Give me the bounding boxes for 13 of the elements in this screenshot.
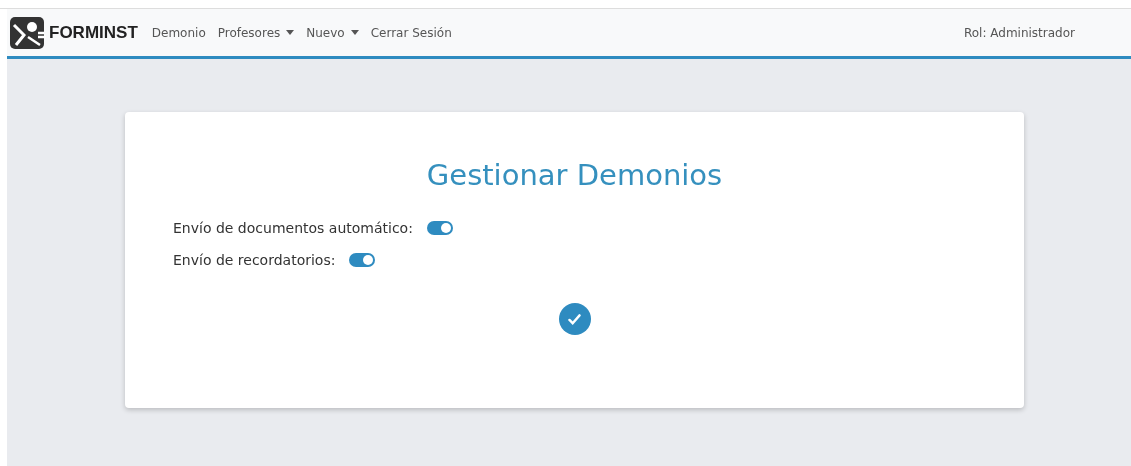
toggle-switch[interactable] <box>426 221 453 235</box>
switch-label: Envío de recordatorios: <box>173 252 336 268</box>
nav-link[interactable]: Cerrar Sesión <box>370 25 452 40</box>
nav-link[interactable]: Demonio <box>151 25 206 40</box>
role-text: Rol: Administrador <box>963 25 1075 40</box>
brand-link[interactable]: FORMINST <box>8 14 138 51</box>
page-title: Gestionar Demonios <box>425 158 724 192</box>
confirm-button[interactable] <box>558 303 591 335</box>
check-icon <box>568 313 581 325</box>
toggle-switch[interactable] <box>349 253 376 267</box>
nav-dropdown[interactable]: Profesores <box>217 25 295 40</box>
nav-dropdown[interactable]: Nuevo <box>306 25 359 40</box>
switch-label: Envío de documentos automático: <box>173 220 413 236</box>
